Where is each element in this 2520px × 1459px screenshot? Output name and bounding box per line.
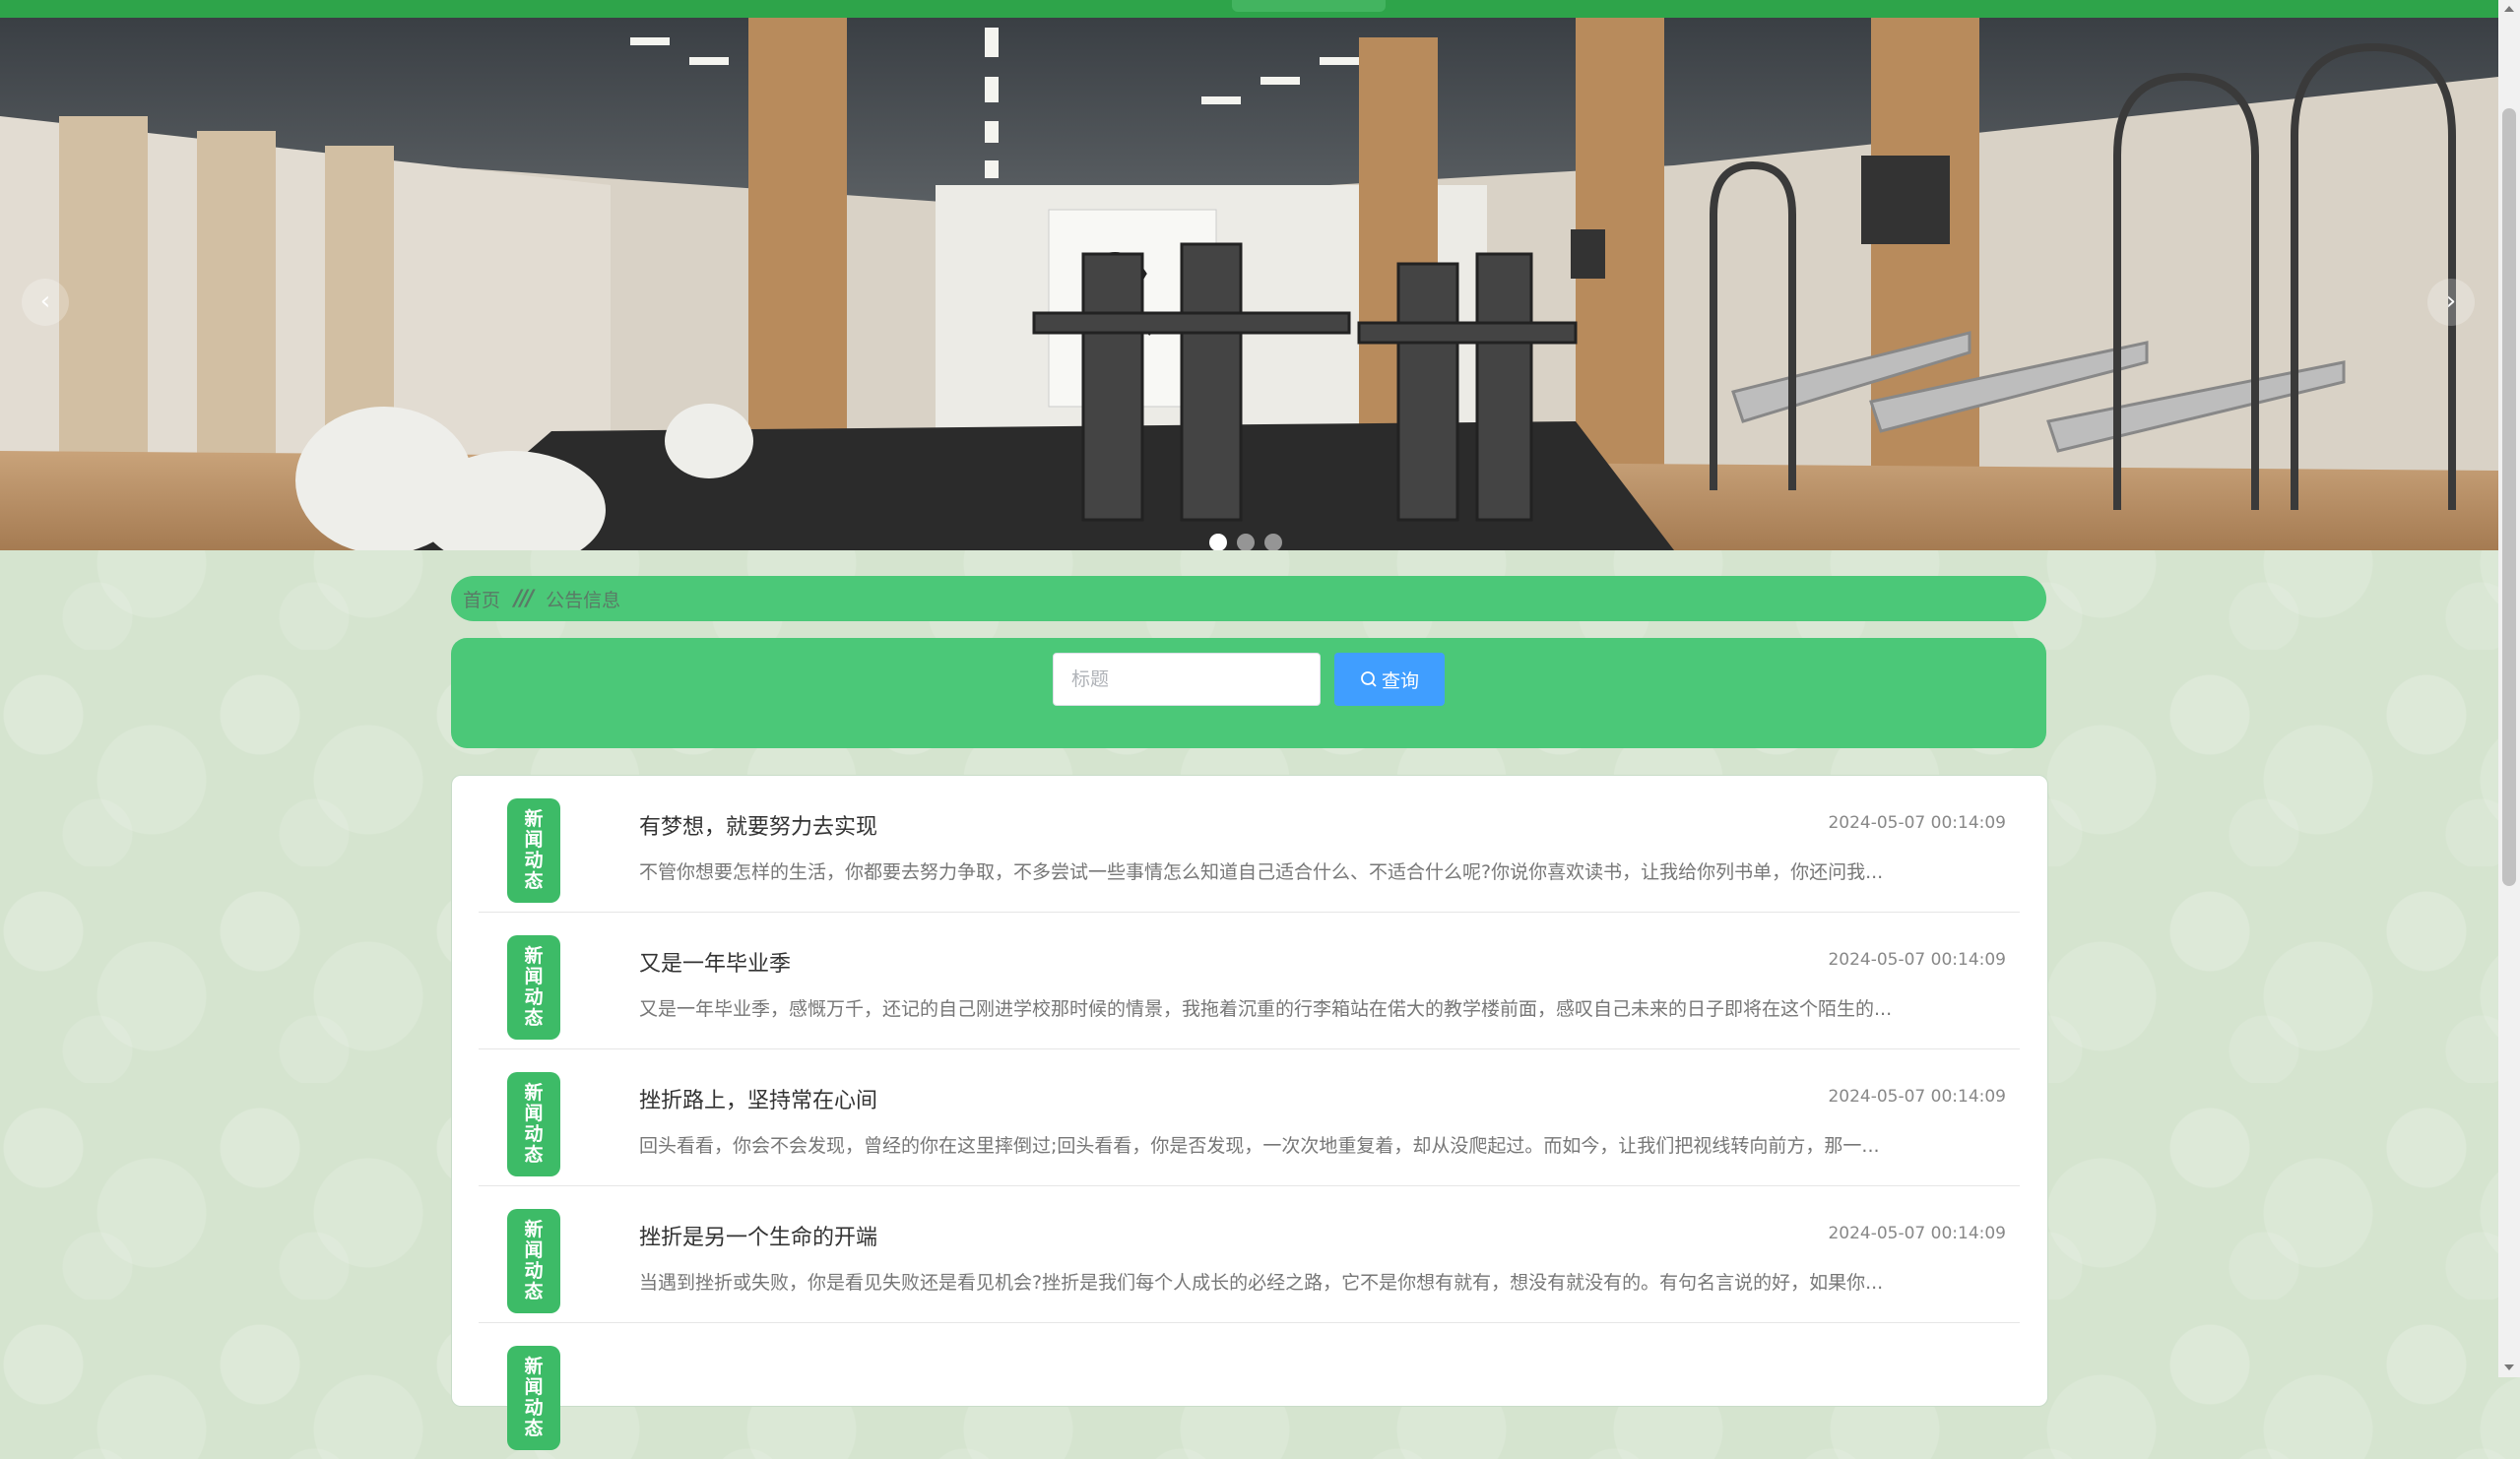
search-panel: 查询 (451, 638, 2046, 748)
top-nav-bar (0, 0, 2498, 18)
news-summary: 回头看看，你会不会发现，曾经的你在这里摔倒过;回头看看，你是否发现，一次次地重复… (639, 1135, 1880, 1157)
news-title[interactable]: 有梦想，就要努力去实现 (639, 809, 877, 841)
news-item[interactable]: 新闻动态 挫折路上，坚持常在心间 2024-05-07 00:14:09 回头看… (479, 1049, 2020, 1186)
news-title[interactable]: 挫折是另一个生命的开端 (639, 1220, 877, 1251)
carousel-next-button[interactable]: › (2427, 279, 2475, 326)
news-summary: 不管你想要怎样的生活，你都要去努力争取，不多尝试一些事情怎么知道自己适合什么、不… (639, 861, 1884, 883)
news-date: 2024-05-07 00:14:09 (1828, 813, 2006, 833)
carousel-dot-2[interactable] (1237, 534, 1255, 550)
breadcrumb-current: 公告信息 (546, 589, 621, 611)
breadcrumb: 首页 /// 公告信息 (451, 576, 2046, 621)
news-item[interactable]: 新闻动态 又是一年毕业季 2024-05-07 00:14:09 又是一年毕业季… (479, 913, 2020, 1049)
news-category-badge: 新闻动态 (507, 1346, 560, 1450)
news-date: 2024-05-07 00:14:09 (1828, 1087, 2006, 1107)
scrollbar-thumb[interactable] (2502, 108, 2516, 886)
news-list: 新闻动态 有梦想，就要努力去实现 2024-05-07 00:14:09 不管你… (451, 775, 2048, 1450)
breadcrumb-separator: /// (514, 586, 534, 611)
carousel-indicators (1209, 534, 1282, 550)
scroll-up-icon[interactable] (2504, 6, 2514, 12)
carousel-prev-button[interactable]: ‹ (22, 279, 69, 326)
news-category-badge: 新闻动态 (507, 1209, 560, 1313)
carousel-dot-3[interactable] (1264, 534, 1282, 550)
news-date: 2024-05-07 00:14:09 (1828, 1224, 2006, 1243)
news-category-badge: 新闻动态 (507, 935, 560, 1040)
news-category-badge: 新闻动态 (507, 798, 560, 903)
news-summary: 当遇到挫折或失败，你是看见失败还是看见机会?挫折是我们每个人成长的必经之路，它不… (639, 1272, 1884, 1294)
title-search-input[interactable] (1053, 653, 1321, 706)
news-item[interactable]: 新闻动态 挫折是另一个生命的开端 2024-05-07 00:14:09 当遇到… (479, 1186, 2020, 1323)
page-scrollbar[interactable] (2498, 0, 2520, 1377)
news-summary: 又是一年毕业季，感慨万千，还记的自己刚进学校那时候的情景，我拖着沉重的行李箱站在… (639, 998, 1893, 1020)
carousel-dot-1[interactable] (1209, 534, 1227, 550)
news-category-badge: 新闻动态 (507, 1072, 560, 1176)
search-button[interactable]: 查询 (1334, 653, 1445, 706)
news-date: 2024-05-07 00:14:09 (1828, 950, 2006, 970)
news-title[interactable]: 挫折路上，坚持常在心间 (639, 1083, 877, 1114)
breadcrumb-home-link[interactable]: 首页 (463, 586, 500, 612)
news-title[interactable]: 又是一年毕业季 (639, 946, 791, 978)
banner-carousel: ‹ › (0, 18, 2498, 550)
nav-tab[interactable] (1232, 0, 1386, 12)
news-item[interactable]: 新闻动态 (479, 1323, 2020, 1459)
search-button-label: 查询 (1381, 669, 1419, 692)
scroll-down-icon[interactable] (2504, 1364, 2514, 1370)
gym-banner-image (0, 18, 2498, 550)
search-icon (1361, 671, 1377, 687)
news-item[interactable]: 新闻动态 有梦想，就要努力去实现 2024-05-07 00:14:09 不管你… (479, 776, 2020, 913)
